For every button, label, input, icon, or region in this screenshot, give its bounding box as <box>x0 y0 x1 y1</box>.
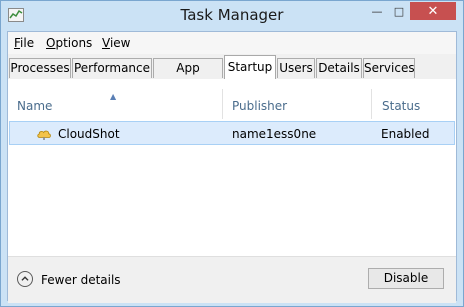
minimize-button[interactable]: — <box>366 2 388 20</box>
tab-startup[interactable]: Startup <box>224 55 276 79</box>
menu-options[interactable]: Options <box>46 36 92 50</box>
chevron-up-icon[interactable] <box>17 271 33 287</box>
tab-users[interactable]: Users <box>277 58 315 78</box>
row-status: Enabled <box>381 127 430 141</box>
task-manager-window: Task Manager — □ ✕ File Options View Pro… <box>0 0 464 307</box>
maximize-button[interactable]: □ <box>388 2 410 20</box>
minimize-icon: — <box>371 4 383 18</box>
column-header-status[interactable]: Status <box>382 99 420 119</box>
column-header-name[interactable]: Name <box>17 99 52 119</box>
startup-panel: ▲ Name Publisher Status CloudShot name1e… <box>8 79 456 283</box>
tab-processes[interactable]: Processes <box>9 58 71 78</box>
tab-details[interactable]: Details <box>316 58 362 78</box>
column-divider[interactable] <box>222 89 223 119</box>
bottom-bar: Fewer details Disable <box>8 256 456 303</box>
menu-bar: File Options View <box>8 32 456 54</box>
column-header-publisher[interactable]: Publisher <box>232 99 287 119</box>
column-divider[interactable] <box>371 89 372 119</box>
disable-button[interactable]: Disable <box>368 268 444 289</box>
tab-performance[interactable]: Performance <box>72 58 152 78</box>
sort-ascending-icon[interactable]: ▲ <box>110 92 116 101</box>
close-button[interactable]: ✕ <box>410 2 456 20</box>
tab-services[interactable]: Services <box>363 58 415 78</box>
row-name: CloudShot <box>58 127 120 141</box>
maximize-icon: □ <box>393 4 405 18</box>
menu-view[interactable]: View <box>102 36 130 50</box>
menu-file[interactable]: File <box>14 36 34 50</box>
client-area: File Options View Processes Performance … <box>7 31 457 303</box>
title-bar[interactable]: Task Manager — □ ✕ <box>1 1 463 31</box>
close-icon: ✕ <box>427 3 439 19</box>
fewer-details-link[interactable]: Fewer details <box>41 273 121 287</box>
tab-app-history[interactable]: App history <box>153 58 223 94</box>
table-row[interactable]: CloudShot name1ess0ne Enabled <box>9 121 455 145</box>
row-publisher: name1ess0ne <box>232 127 317 141</box>
tab-strip: Processes Performance App history Startu… <box>8 54 456 94</box>
cloud-icon <box>37 130 51 140</box>
